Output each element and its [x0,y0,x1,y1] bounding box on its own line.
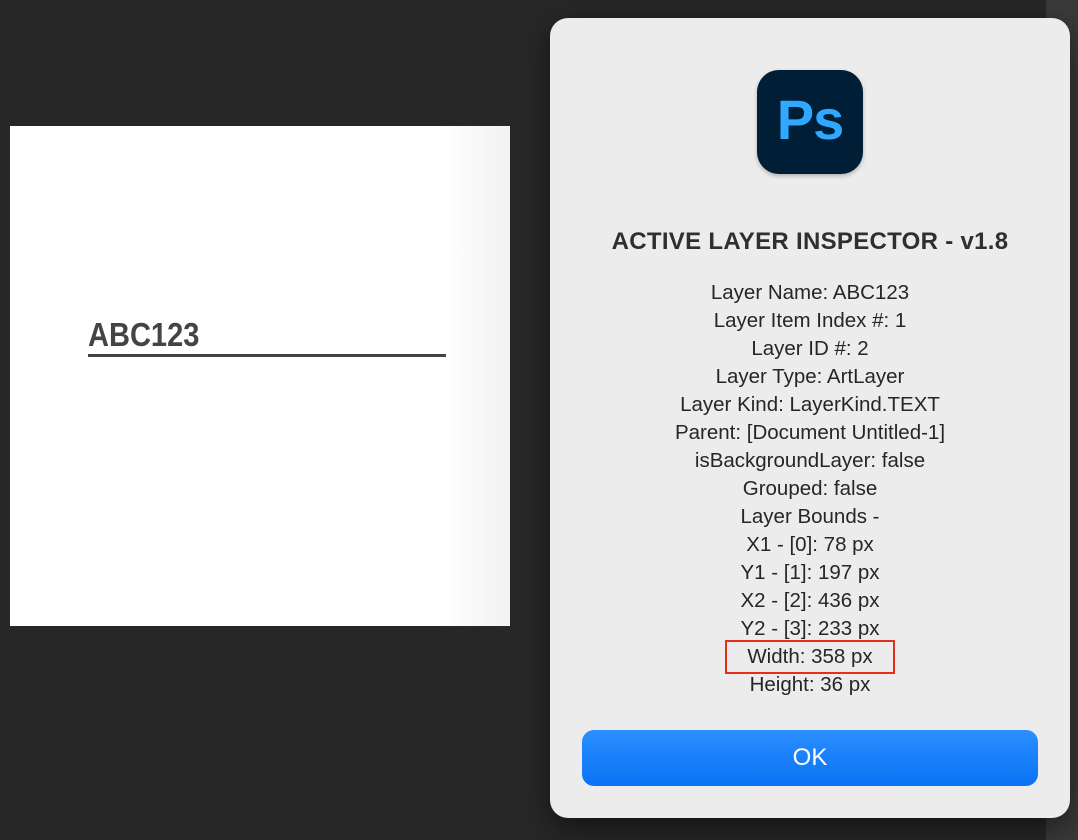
dialog-title: ACTIVE LAYER INSPECTOR - v1.8 [611,228,1009,255]
info-line-layer-id: Layer ID #: 2 [751,337,869,360]
info-line-y1: Y1 - [1]: 197 px [740,561,880,584]
info-line-is-background: isBackgroundLayer: false [694,449,926,472]
layer-info-list: Layer Name: ABC123 Layer Item Index #: 1… [550,279,1070,699]
width-highlight-box: Width: 358 px [725,640,895,674]
info-line-parent: Parent: [Document Untitled-1] [674,421,946,444]
info-line-grouped: Grouped: false [742,477,878,500]
ok-button[interactable]: OK [582,730,1038,786]
canvas-underline [88,354,446,357]
document-canvas: ABC123 [10,126,510,626]
info-line-layer-kind: Layer Kind: LayerKind.TEXT [680,393,940,416]
info-line-x2: X2 - [2]: 436 px [740,589,880,612]
layer-inspector-dialog: Ps ACTIVE LAYER INSPECTOR - v1.8 Layer N… [550,18,1070,818]
photoshop-icon-label: Ps [776,88,844,151]
photoshop-app-icon: Ps [757,70,863,174]
info-line-item-index: Layer Item Index #: 1 [713,309,907,332]
info-line-bounds-header: Layer Bounds - [740,505,880,528]
info-line-height: Height: 36 px [749,673,871,696]
info-line-layer-type: Layer Type: ArtLayer [715,365,905,388]
info-line-width: Width: 358 px [550,640,1070,674]
info-line-layer-name: Layer Name: ABC123 [710,281,910,304]
info-line-y2: Y2 - [3]: 233 px [740,617,880,640]
info-line-x1: X1 - [0]: 78 px [746,533,874,556]
canvas-text-layer: ABC123 [88,316,200,353]
